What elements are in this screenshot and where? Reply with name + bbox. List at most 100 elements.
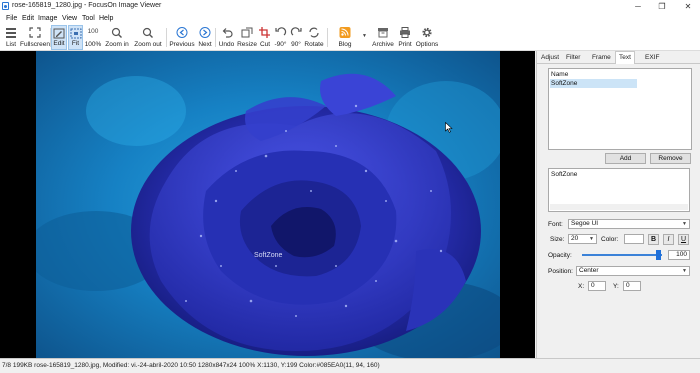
opacity-slider-thumb[interactable] bbox=[656, 250, 661, 260]
blog-button[interactable]: Blog bbox=[332, 25, 358, 50]
next-label: Next bbox=[198, 41, 212, 48]
blog-dropdown-icon[interactable]: ▼ bbox=[362, 33, 367, 39]
resize-icon bbox=[241, 27, 253, 38]
color-swatch[interactable] bbox=[624, 234, 644, 244]
remove-button[interactable]: Remove bbox=[650, 153, 691, 164]
text-input[interactable]: SoftZone bbox=[548, 168, 690, 212]
size-select-value: 20 bbox=[571, 235, 579, 242]
printer-icon bbox=[400, 27, 410, 38]
print-label: Print bbox=[398, 41, 412, 48]
italic-button[interactable]: I bbox=[663, 234, 674, 245]
menu-tool[interactable]: Tool bbox=[82, 15, 95, 22]
opacity-slider-fill bbox=[582, 254, 662, 256]
tab-text[interactable]: Text bbox=[615, 51, 635, 64]
rotate-right-button[interactable]: 90° bbox=[289, 25, 303, 50]
menu-help[interactable]: Help bbox=[99, 15, 113, 22]
archive-button[interactable]: Archive bbox=[371, 25, 395, 50]
status-text: 7/8 199KB rose-165819_1280.jpg, Modified… bbox=[2, 362, 380, 369]
add-button[interactable]: Add bbox=[605, 153, 646, 164]
gear-icon bbox=[422, 27, 432, 38]
rotate-button[interactable]: Rotate bbox=[303, 25, 325, 50]
rotate-label: Rotate bbox=[304, 41, 324, 48]
fullscreen-button[interactable]: Fullscreen bbox=[20, 25, 50, 50]
options-button[interactable]: Options bbox=[414, 25, 440, 50]
archive-label: Archive bbox=[372, 41, 394, 48]
zoom-in-label: Zoom in bbox=[105, 41, 129, 48]
opacity-slider[interactable] bbox=[582, 254, 662, 256]
y-input[interactable]: 0 bbox=[623, 281, 641, 291]
rotate-left-label: -90° bbox=[274, 41, 287, 48]
y-label: Y: bbox=[613, 283, 619, 290]
zoom-100-icon: 100 bbox=[87, 28, 99, 35]
status-bar: 7/8 199KB rose-165819_1280.jpg, Modified… bbox=[0, 358, 700, 373]
horizontal-scrollbar[interactable] bbox=[550, 204, 688, 210]
font-select[interactable]: Segoe UI ▼ bbox=[568, 219, 690, 229]
edit-button[interactable]: Edit bbox=[51, 25, 67, 50]
list-header-name: Name bbox=[551, 71, 569, 78]
bold-button[interactable]: B bbox=[648, 234, 659, 245]
rotate-left-button[interactable]: -90° bbox=[272, 25, 289, 50]
size-select[interactable]: 20 ▼ bbox=[568, 234, 597, 244]
x-input[interactable]: 0 bbox=[588, 281, 606, 291]
minimize-button[interactable]: ─ bbox=[626, 0, 650, 13]
next-button[interactable]: Next bbox=[196, 25, 214, 50]
maximize-button[interactable]: ❐ bbox=[650, 0, 674, 13]
opacity-input[interactable]: 100 bbox=[668, 250, 690, 260]
panel-tabs: Adjust Filter Frame Text EXIF bbox=[537, 51, 700, 64]
zoom-100-button[interactable]: 100 100% bbox=[84, 25, 102, 50]
previous-label: Previous bbox=[169, 41, 195, 48]
edit-icon bbox=[53, 28, 65, 39]
menu-image[interactable]: Image bbox=[38, 15, 57, 22]
menu-view[interactable]: View bbox=[62, 15, 77, 22]
zoom-in-button[interactable]: Zoom in bbox=[103, 25, 131, 50]
menu-file[interactable]: File bbox=[6, 15, 17, 22]
crop-icon bbox=[259, 27, 270, 38]
tab-filter[interactable]: Filter bbox=[563, 52, 583, 63]
position-select[interactable]: Center ▼ bbox=[576, 266, 690, 276]
menu-edit[interactable]: Edit bbox=[22, 15, 34, 22]
previous-button[interactable]: Previous bbox=[168, 25, 196, 50]
text-overlay[interactable]: SoftZone bbox=[254, 252, 282, 259]
rotate-right-label: 90° bbox=[291, 41, 301, 48]
undo-button[interactable]: Undo bbox=[217, 25, 236, 50]
rotate-left-icon bbox=[274, 27, 286, 36]
undo-icon bbox=[222, 28, 233, 38]
fit-button[interactable]: Fit bbox=[68, 25, 83, 50]
archive-icon bbox=[378, 28, 388, 38]
close-button[interactable]: ✕ bbox=[676, 0, 700, 13]
window-title: rose-165819_1280.jpg - FocusOn Image Vie… bbox=[12, 2, 162, 9]
next-arrow-icon bbox=[199, 27, 211, 38]
toolbar-separator bbox=[215, 28, 216, 47]
fullscreen-label: Fullscreen bbox=[20, 41, 50, 48]
tab-exif[interactable]: EXIF bbox=[642, 52, 662, 63]
underline-button[interactable]: U bbox=[678, 234, 689, 245]
app-icon bbox=[2, 2, 9, 10]
menu-bar: File Edit Image View Tool Help bbox=[0, 13, 700, 25]
list-label: List bbox=[5, 41, 17, 48]
list-button[interactable]: List bbox=[2, 25, 20, 50]
tab-frame[interactable]: Frame bbox=[589, 52, 614, 63]
color-label: Color: bbox=[601, 236, 619, 243]
options-label: Options bbox=[415, 41, 439, 48]
rotate-right-icon bbox=[290, 27, 302, 36]
title-bar: rose-165819_1280.jpg - FocusOn Image Vie… bbox=[0, 0, 700, 14]
image-viewer[interactable]: SoftZone bbox=[0, 51, 535, 358]
cut-button[interactable]: Cut bbox=[258, 25, 272, 50]
toolbar: List Fullscreen Edit Fit 100 100% Zoom i… bbox=[0, 25, 700, 51]
zoom-out-icon bbox=[142, 27, 153, 38]
fit-icon bbox=[70, 28, 81, 39]
zoom-out-button[interactable]: Zoom out bbox=[131, 25, 165, 50]
zoom-100-label: 100% bbox=[84, 41, 102, 48]
resize-button[interactable]: Resize bbox=[236, 25, 258, 50]
text-list[interactable]: Name SoftZone bbox=[548, 68, 692, 150]
mouse-cursor-icon bbox=[445, 122, 453, 133]
print-button[interactable]: Print bbox=[396, 25, 414, 50]
position-select-value: Center bbox=[579, 267, 599, 274]
resize-label: Resize bbox=[237, 41, 257, 48]
zoom-in-icon bbox=[111, 27, 122, 38]
opacity-label: Opacity: bbox=[548, 252, 572, 259]
list-item[interactable]: SoftZone bbox=[550, 79, 637, 88]
tab-adjust[interactable]: Adjust bbox=[538, 52, 562, 63]
fullscreen-icon bbox=[29, 27, 41, 38]
previous-arrow-icon bbox=[176, 27, 188, 38]
